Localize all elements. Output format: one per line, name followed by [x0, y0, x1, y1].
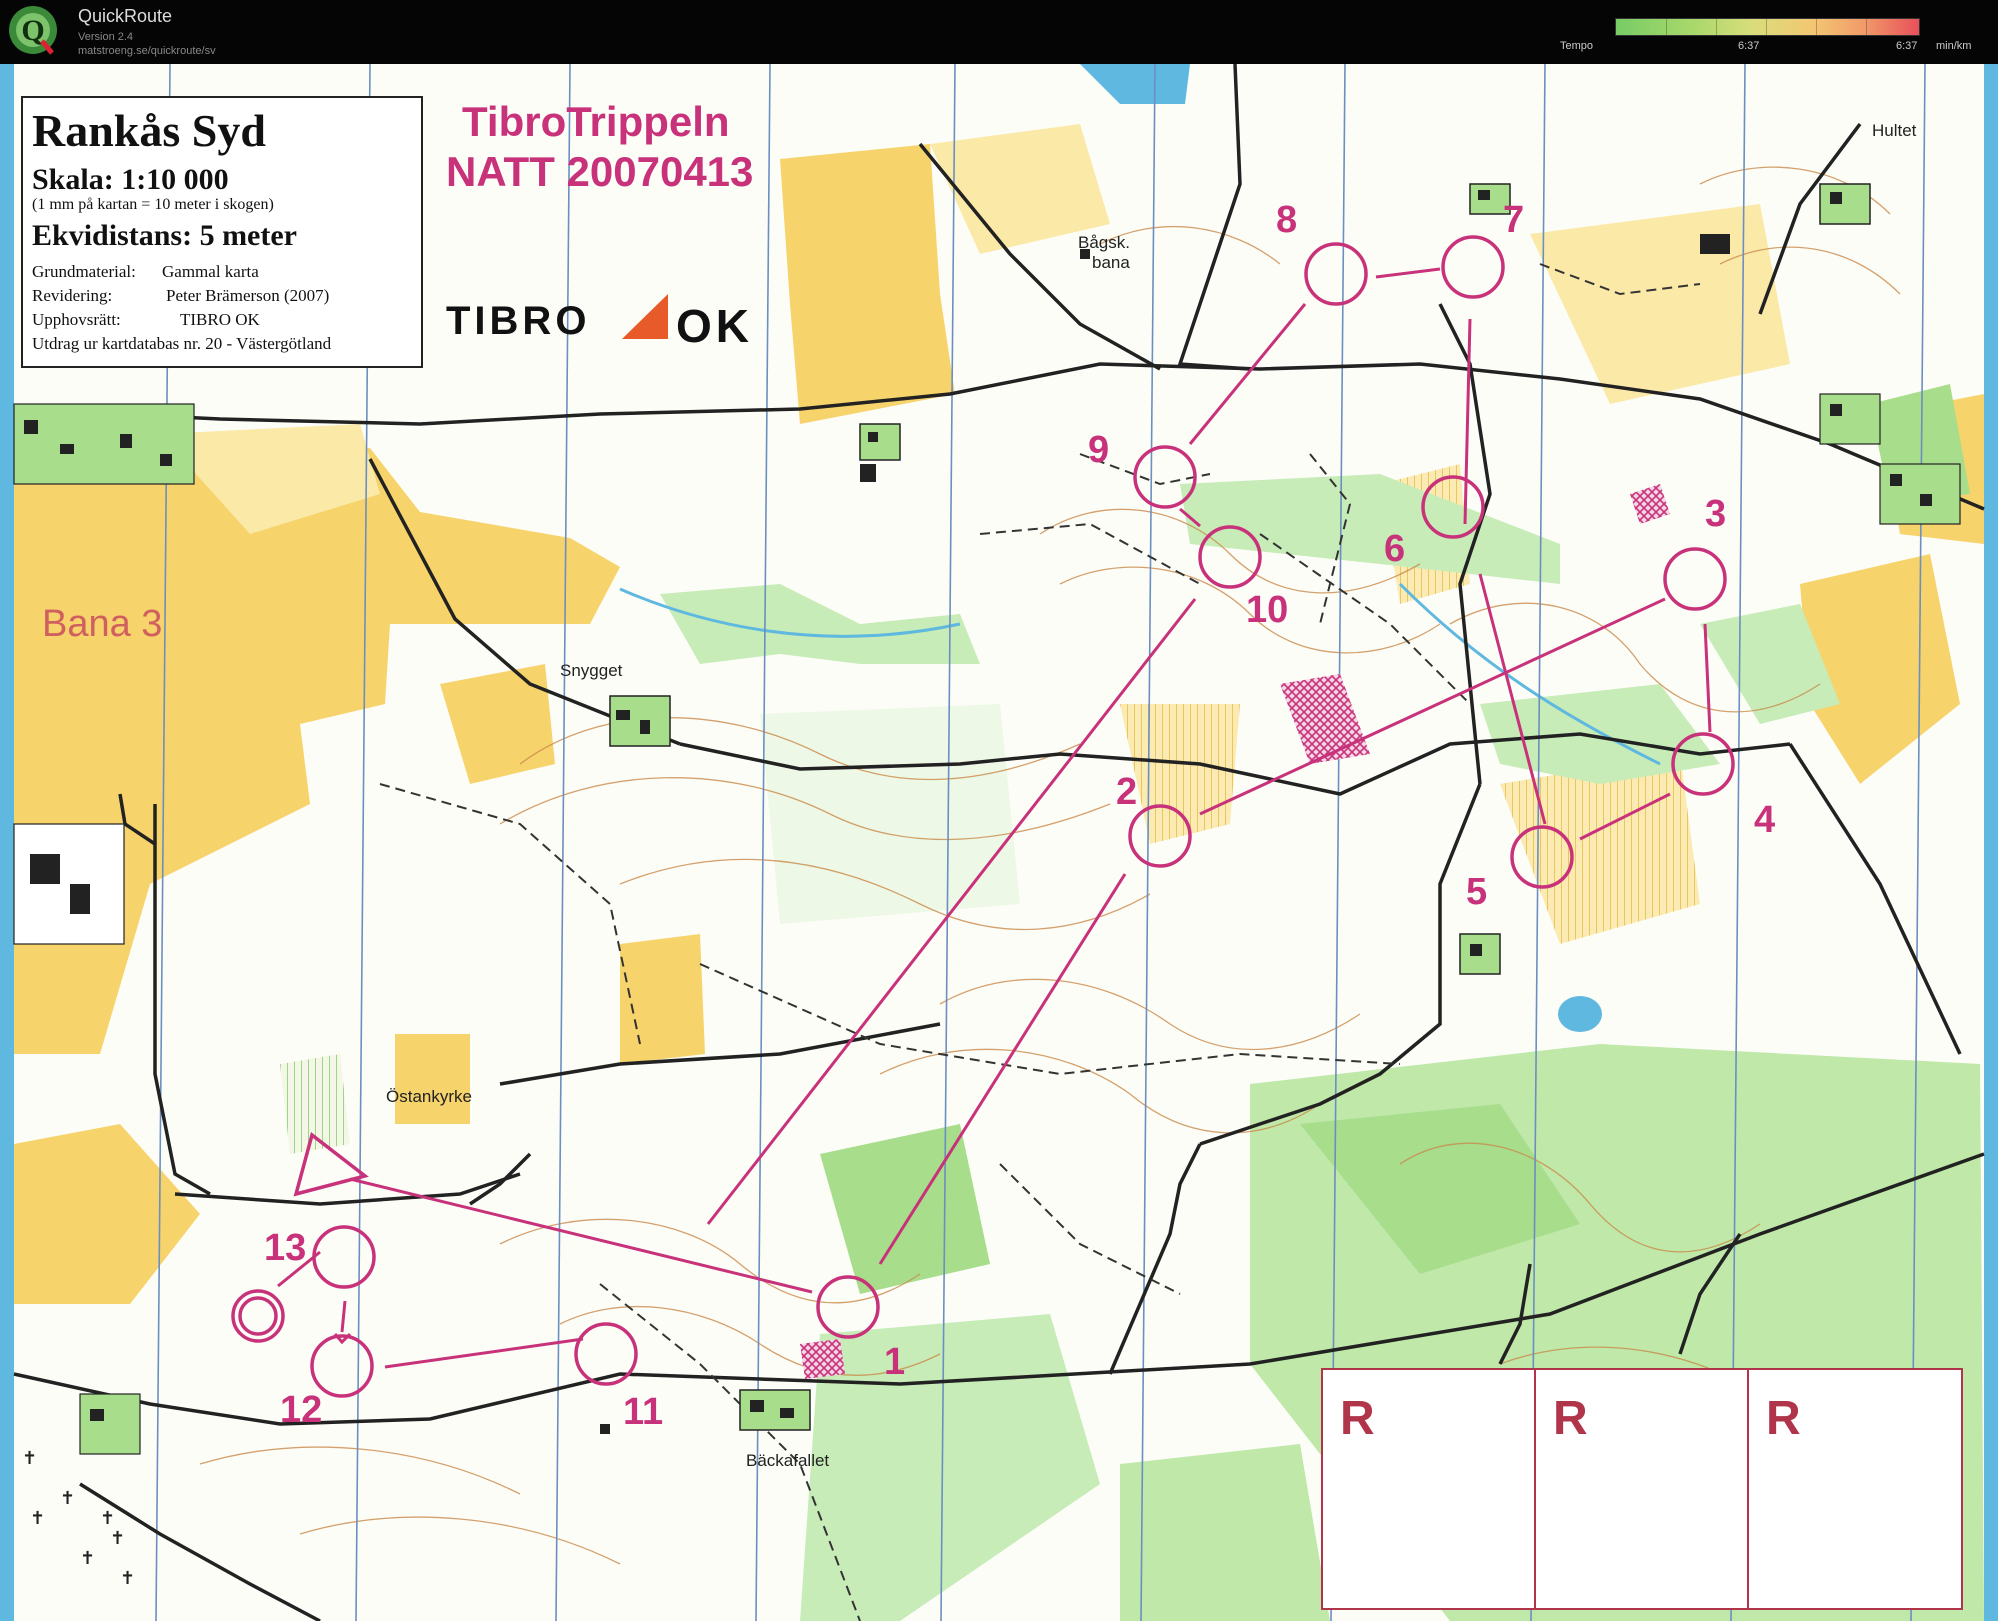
app-version: Version 2.4 [78, 31, 134, 43]
contour-interval: Ekvidistans: 5 meter [32, 219, 297, 252]
control-punch-boxes: R R R [1321, 1368, 1963, 1610]
scale-note: (1 mm på kartan = 10 meter i skogen) [32, 196, 274, 213]
event-title-line1: TibroTrippeln [462, 98, 730, 145]
svg-text:✝: ✝ [120, 1568, 135, 1588]
punch-box-r-1: R [1340, 1392, 1375, 1445]
punch-box-r-3: R [1766, 1392, 1801, 1445]
svg-text:✝: ✝ [80, 1548, 95, 1568]
map-scale: Skala: 1:10 000 [32, 163, 229, 196]
punch-box-r-2: R [1553, 1392, 1588, 1445]
control-number-1: 1 [884, 1341, 905, 1383]
tempo-color-scale[interactable] [1615, 18, 1920, 36]
control-number-10: 10 [1246, 589, 1288, 631]
app-title: QuickRoute [78, 6, 173, 26]
map-title: Rankås Syd [32, 105, 266, 156]
revision-label: Revidering: [32, 286, 112, 305]
course-name: Bana 3 [42, 603, 162, 645]
svg-text:✝: ✝ [110, 1528, 125, 1548]
tempo-low-value: 6:37 [1738, 40, 1760, 52]
event-title-line2: NATT 20070413 [446, 148, 753, 195]
control-number-8: 8 [1276, 199, 1297, 241]
app-url[interactable]: matstroeng.se/quickroute/sv [78, 45, 216, 57]
quickroute-logo: Q [9, 6, 57, 55]
svg-text:TIBRO: TIBRO [446, 299, 590, 343]
copyright-label: Upphovsrätt: [32, 310, 121, 329]
svg-text:✝: ✝ [30, 1508, 45, 1528]
orienteering-map[interactable]: ✝ ✝ ✝ ✝ ✝ ✝ ✝ Rankås Syd Skala: 1:10 000 (1 … [0, 64, 1998, 1621]
quickroute-window: Q QuickRoute Version 2.4 matstroeng.se/q… [0, 0, 1998, 1621]
copyright-value: TIBRO OK [180, 310, 261, 329]
place-hultet: Hultet [1872, 121, 1917, 140]
control-number-6: 6 [1384, 528, 1405, 570]
place-bana: bana [1092, 253, 1130, 272]
control-number-2: 2 [1116, 771, 1137, 813]
control-number-11: 11 [623, 1391, 663, 1433]
tempo-label: Tempo [1560, 40, 1594, 52]
control-number-7: 7 [1503, 199, 1524, 241]
control-number-13: 13 [264, 1227, 306, 1269]
tempo-unit: min/km [1936, 40, 1972, 52]
svg-text:OK: OK [676, 300, 753, 352]
svg-text:✝: ✝ [22, 1448, 37, 1468]
svg-text:✝: ✝ [60, 1488, 75, 1508]
revision-value: Peter Brämerson (2007) [166, 286, 329, 305]
control-number-9: 9 [1088, 429, 1109, 471]
control-number-5: 5 [1466, 871, 1487, 913]
control-number-4: 4 [1754, 799, 1775, 841]
base-material-label: Grundmaterial: [32, 262, 136, 281]
tempo-high-value: 6:37 [1896, 40, 1918, 52]
base-material-value: Gammal karta [162, 262, 259, 281]
database-extract: Utdrag ur kartdatabas nr. 20 - Västergöt… [32, 334, 332, 353]
place-snygget: Snygget [560, 661, 623, 680]
control-number-12: 12 [280, 1389, 322, 1431]
place-ostankyrke: Östankyrke [386, 1087, 472, 1106]
title-bar: Q QuickRoute Version 2.4 matstroeng.se/q… [0, 0, 1998, 64]
place-backafallet: Bäckafallet [746, 1451, 829, 1470]
control-number-3: 3 [1705, 493, 1726, 535]
svg-text:✝: ✝ [100, 1508, 115, 1528]
place-bagsk: Bågsk. [1078, 233, 1130, 252]
map-info-box: Rankås Syd Skala: 1:10 000 (1 mm på kart… [21, 96, 423, 368]
